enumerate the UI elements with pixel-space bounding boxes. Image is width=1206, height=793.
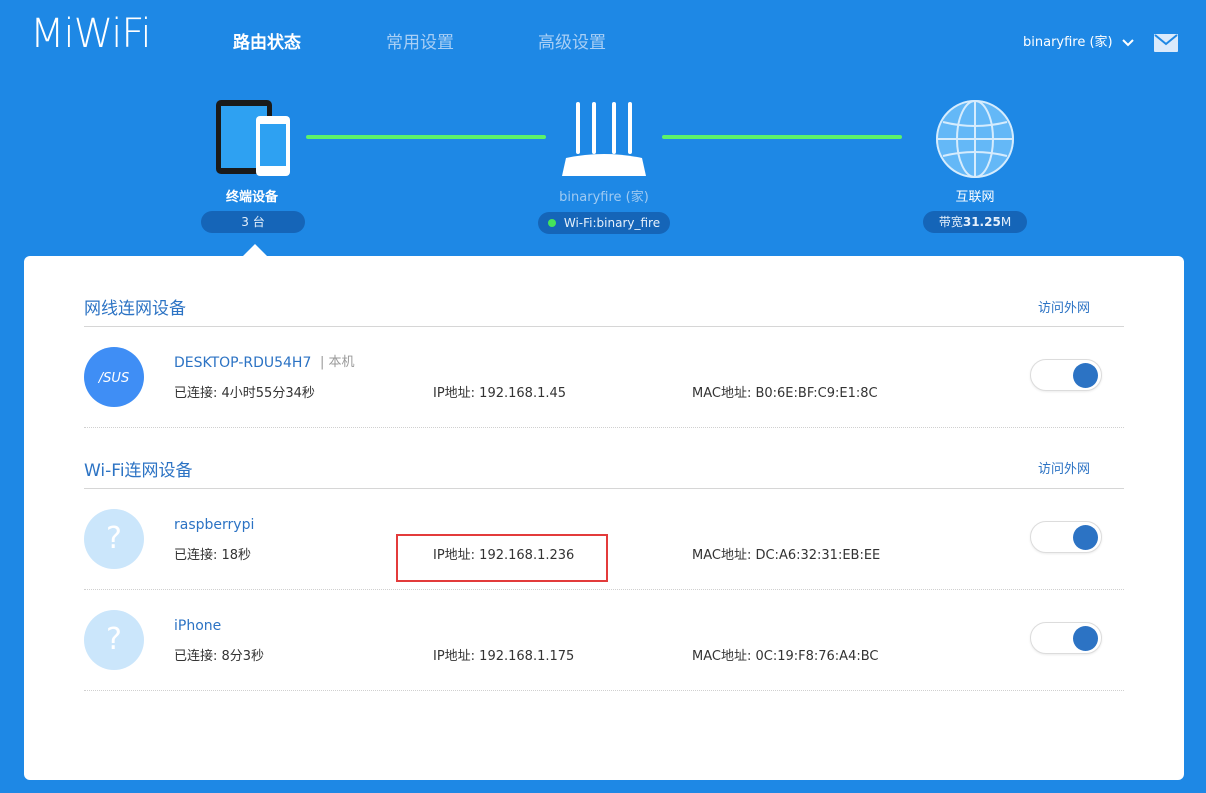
terminal-label: 终端设备 (225, 190, 278, 205)
unknown-device-icon: ? (84, 610, 144, 670)
router-label: binaryfire (家) (559, 190, 649, 205)
wifi-ssid: Wi-Fi:binary_fire (563, 216, 661, 230)
miwifi-logo: MiWiFi (30, 11, 152, 57)
device-name[interactable]: iPhone (174, 617, 221, 635)
bandwidth-unit: M (1000, 215, 1012, 229)
status-dot (547, 219, 556, 227)
device-mac: MAC地址: B0:6E:BF:C9:E1:8C (692, 386, 878, 401)
wired-access-internet-link[interactable]: 访问外网 (1038, 300, 1090, 318)
globe-icon[interactable] (934, 98, 1016, 180)
toggle-knob (1073, 363, 1098, 388)
device-connected-time: 已连接: 8分3秒 (174, 649, 265, 664)
terminal-devices-icon[interactable] (212, 98, 294, 178)
toggle-knob (1073, 525, 1098, 550)
logo-text: MiWiFi (30, 11, 152, 57)
link-terminal-router (306, 135, 546, 139)
user-menu[interactable]: binaryfire (家) (1023, 34, 1113, 52)
device-connected-time: 已连接: 4小时55分34秒 (174, 386, 315, 401)
unknown-device-icon: ? (84, 509, 144, 569)
bandwidth-badge[interactable]: 带宽31.25M (923, 211, 1027, 233)
nav-router-status[interactable]: 路由状态 (233, 32, 301, 54)
router-icon[interactable] (560, 100, 648, 178)
svg-text:/SUS: /SUS (98, 371, 129, 386)
nav-advanced-settings[interactable]: 高级设置 (538, 32, 606, 54)
wifi-section-title: Wi-Fi连网设备 (84, 461, 193, 481)
wired-section-title: 网线连网设备 (84, 299, 186, 319)
device-name[interactable]: DESKTOP-RDU54H7 (174, 354, 311, 372)
device-ip: IP地址: 192.168.1.45 (433, 386, 567, 401)
device-connected-time: 已连接: 18秒 (174, 548, 252, 563)
device-internet-toggle[interactable] (1030, 521, 1102, 553)
tab-pointer (243, 244, 267, 256)
device-name[interactable]: raspberrypi (174, 516, 254, 534)
device-mac: MAC地址: 0C:19:F8:76:A4:BC (692, 649, 879, 664)
device-ip: IP地址: 192.168.1.175 (433, 649, 575, 664)
section-divider (84, 488, 1124, 489)
row-divider (84, 427, 1124, 428)
bandwidth-value: 31.25 (962, 215, 1001, 229)
wifi-badge[interactable]: Wi-Fi:binary_fire (538, 212, 670, 234)
row-divider (84, 690, 1124, 691)
link-router-internet (662, 135, 902, 139)
device-local-tag: | 本机 (320, 355, 355, 370)
wifi-access-internet-link[interactable]: 访问外网 (1038, 461, 1090, 479)
device-avatar: /SUS (84, 347, 144, 407)
device-internet-toggle[interactable] (1030, 622, 1102, 654)
internet-label: 互联网 (955, 190, 995, 205)
row-divider (84, 589, 1124, 590)
device-mac: MAC地址: DC:A6:32:31:EB:EE (692, 548, 881, 563)
section-divider (84, 326, 1124, 327)
device-internet-toggle[interactable] (1030, 359, 1102, 391)
asus-logo-icon: /SUS (98, 371, 129, 386)
chevron-down-icon[interactable] (1122, 38, 1134, 48)
toggle-knob (1073, 626, 1098, 651)
bandwidth-prefix: 带宽 (938, 215, 963, 229)
terminal-count-badge[interactable]: 3 台 (201, 211, 305, 233)
ip-highlight-box (396, 534, 608, 582)
mail-icon[interactable] (1154, 34, 1178, 52)
nav-common-settings[interactable]: 常用设置 (386, 32, 454, 54)
devices-panel: 网线连网设备 访问外网 /SUS DESKTOP-RDU54H7 | 本机 已连… (24, 256, 1184, 780)
